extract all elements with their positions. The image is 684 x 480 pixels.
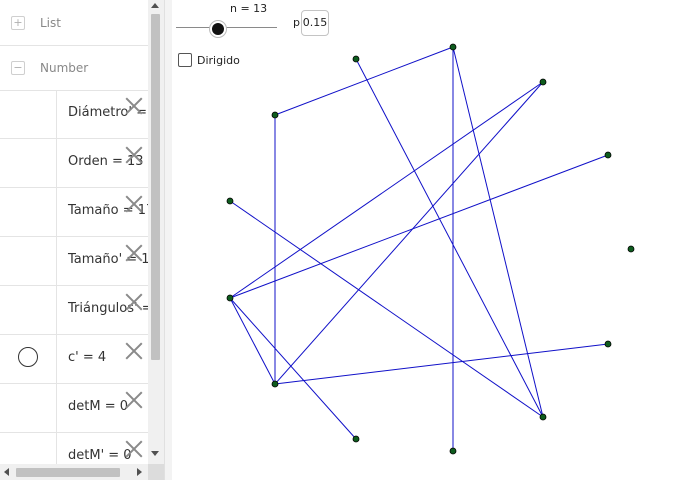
graph-edge[interactable] [229,154,609,299]
scrollbar-corner [148,464,164,480]
scroll-right-icon[interactable] [137,468,142,476]
graph-edge[interactable] [274,46,454,116]
marble-cell [0,237,57,285]
algebra-item[interactable]: Tamaño = 17 [0,188,148,237]
scroll-down-icon[interactable] [151,451,159,456]
graph-vertex[interactable] [271,111,279,119]
graph-edge[interactable] [274,81,544,385]
category-label: List [40,15,61,30]
graph-vertex[interactable] [352,55,360,63]
graph-vertex[interactable] [271,380,279,388]
graph-vertex[interactable] [539,78,547,86]
delete-icon[interactable] [124,439,144,459]
expand-icon[interactable]: + [11,15,25,30]
graph-vertex[interactable] [604,340,612,348]
slider-label: n = 13 [230,2,268,15]
algebra-item[interactable]: Orden = 13 [0,139,148,188]
checkbox-label[interactable]: Dirigido [197,54,240,67]
delete-icon[interactable] [124,243,144,263]
scrollbar-thumb[interactable] [151,14,160,360]
graph-vertex[interactable] [449,43,457,51]
delete-icon[interactable] [124,194,144,214]
algebra-item[interactable]: detM = 0 [0,384,148,433]
graph-edges [229,46,609,451]
graph-vertex[interactable] [539,413,547,421]
delete-icon[interactable] [124,145,144,165]
scrollbar-thumb[interactable] [16,468,120,477]
delete-icon[interactable] [124,96,144,116]
graph-vertex[interactable] [226,197,234,205]
graphics-view[interactable]: n = 13 p 0.15 Dirigido [172,0,684,480]
visibility-marble-icon[interactable] [18,347,38,367]
algebra-panel: + List − Number Diámetro' = Orden = 13 T… [0,0,164,480]
marble-cell [0,139,57,187]
delete-icon[interactable] [124,390,144,410]
vertical-scrollbar[interactable] [148,0,164,464]
graph-vertex[interactable] [627,245,635,253]
category-number[interactable]: − Number [0,45,148,91]
marble-cell [0,335,57,383]
scroll-up-icon[interactable] [151,3,159,8]
graph-vertex[interactable] [352,435,360,443]
delete-icon[interactable] [124,292,144,312]
delete-icon[interactable] [124,341,144,361]
algebra-item[interactable]: Tamaño' = 1 [0,237,148,286]
algebra-item[interactable]: c' = 4 [0,335,148,384]
marble-cell [0,286,57,334]
algebra-item[interactable]: Triángulos' = [0,286,148,335]
algebra-item-text[interactable]: detM = 0 [68,399,128,414]
graph-vertices [226,43,635,455]
graph-vertex[interactable] [449,447,457,455]
horizontal-scrollbar[interactable] [0,464,148,480]
category-label: Number [40,60,89,75]
category-list[interactable]: + List [0,0,148,46]
slider-n-handle[interactable] [209,20,227,38]
graph-vertex[interactable] [226,294,234,302]
checkbox-box[interactable] [178,53,192,67]
p-input[interactable]: 0.15 [301,10,329,36]
algebra-item[interactable]: Diámetro' = [0,90,148,139]
graph-edge[interactable] [274,343,609,385]
algebra-item-text[interactable]: detM' = 0 [68,448,132,463]
marble-cell [0,384,57,432]
algebra-item-text[interactable]: c' = 4 [68,350,106,365]
marble-cell [0,188,57,236]
graph-canvas[interactable] [172,0,684,480]
collapse-icon[interactable]: − [11,60,25,75]
scroll-left-icon[interactable] [4,468,9,476]
marble-cell [0,90,57,138]
graph-vertex[interactable] [604,151,612,159]
p-field-label: p [293,16,300,29]
graph-edge[interactable] [229,297,357,440]
